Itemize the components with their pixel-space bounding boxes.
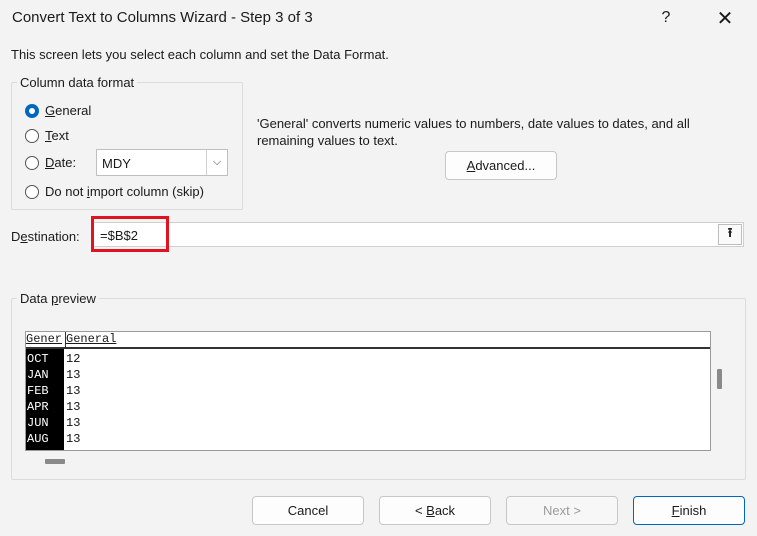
finish-button[interactable]: Finish — [633, 496, 745, 525]
title-bar: Convert Text to Columns Wizard - Step 3 … — [0, 0, 757, 36]
cancel-button[interactable]: Cancel — [252, 496, 364, 525]
date-label: Date: — [45, 155, 77, 170]
column-format-legend: Column data format — [17, 75, 138, 90]
advanced-button[interactable]: Advanced... — [445, 151, 557, 180]
data-preview-grid[interactable]: Gener General OCT 12 JAN 13 FEB 13 APR 13 JU… — [25, 331, 711, 451]
skip-radio-option[interactable]: Do not import column (skip) — [25, 184, 204, 199]
skip-radio[interactable] — [25, 184, 39, 199]
destination-label: Destination: — [11, 229, 80, 244]
format-description: 'General' converts numeric values to num… — [257, 116, 690, 148]
date-radio[interactable] — [25, 155, 39, 170]
collapse-dialog-icon[interactable]: ⭱ — [718, 224, 742, 245]
help-button[interactable]: ? — [644, 0, 688, 36]
next-button[interactable]: Next > — [506, 496, 618, 525]
general-radio[interactable] — [25, 103, 39, 118]
preview-cell: 13 — [66, 416, 81, 430]
preview-cell: AUG — [27, 432, 49, 446]
skip-label: Do not import column (skip) — [45, 184, 204, 199]
date-format-value: MDY — [102, 156, 131, 171]
general-label: General — [45, 103, 92, 118]
date-format-dropdown[interactable]: MDY ⌵ — [96, 149, 228, 176]
date-radio-option[interactable]: Date: — [25, 155, 76, 170]
preview-header-row: Gener General — [26, 332, 710, 349]
back-button[interactable]: < Back — [379, 496, 491, 525]
text-radio-option[interactable]: Text — [25, 128, 69, 143]
vertical-scrollbar-thumb[interactable] — [717, 369, 722, 389]
preview-cell: 12 — [66, 352, 81, 366]
preview-cell: APR — [27, 400, 49, 414]
preview-cell: 13 — [66, 432, 81, 446]
preview-cell: 13 — [66, 368, 81, 382]
preview-cell: JAN — [27, 368, 49, 382]
close-button[interactable]: ✕ — [703, 0, 747, 36]
general-radio-option[interactable]: General — [25, 103, 91, 118]
destination-input[interactable]: =$B$2 ⭱ — [93, 222, 744, 247]
preview-header-col2[interactable]: General — [66, 332, 116, 347]
preview-cell: OCT — [27, 352, 49, 366]
text-label: Text — [45, 128, 69, 143]
destination-value: =$B$2 — [100, 228, 138, 243]
text-radio[interactable] — [25, 128, 39, 143]
preview-header-col1[interactable]: Gener — [26, 332, 62, 347]
chevron-down-icon[interactable]: ⌵ — [206, 150, 227, 175]
horizontal-scrollbar-thumb[interactable] — [45, 459, 65, 464]
preview-cell: 13 — [66, 384, 81, 398]
preview-cell: JUN — [27, 416, 49, 430]
window-title: Convert Text to Columns Wizard - Step 3 … — [12, 9, 313, 26]
data-preview-legend: Data preview — [17, 291, 99, 306]
intro-text: This screen lets you select each column … — [11, 47, 389, 62]
preview-cell: FEB — [27, 384, 49, 398]
preview-cell: 13 — [66, 400, 81, 414]
